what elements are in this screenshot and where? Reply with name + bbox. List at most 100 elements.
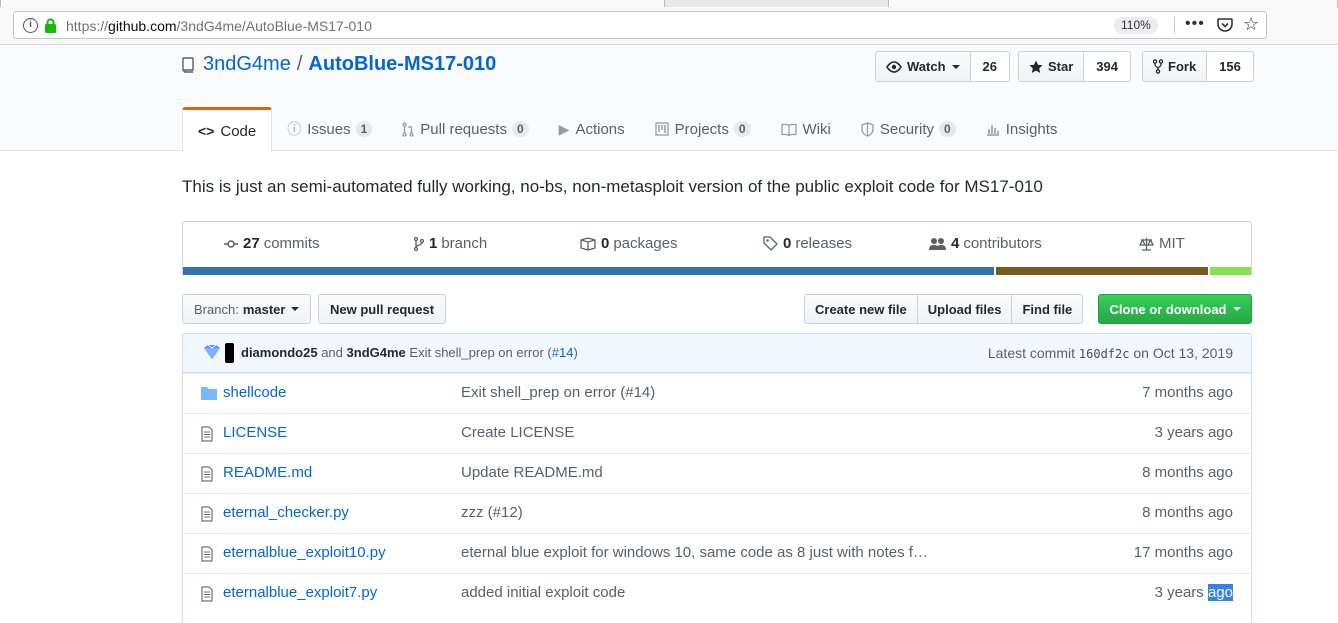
file-commit-message-link[interactable]: Update README.md [461,464,603,481]
contributors-link[interactable]: 4 contributors [929,235,1042,252]
file-age: 8 months ago [1142,464,1233,481]
repo-header: 3ndG4me / AutoBlue-MS17-010 Watch 26 Sta… [0,45,1338,152]
language-segment[interactable] [183,267,994,275]
avatar[interactable] [203,345,221,359]
browser-tab[interactable] [0,0,665,7]
upload-files-button[interactable]: Upload files [916,294,1013,324]
bookmark-star-icon[interactable]: ☆ [1243,15,1259,33]
language-segment[interactable] [993,267,1209,275]
tab-label: Actions [575,120,625,138]
table-row: shellcode Exit shell_prep on error (#14)… [183,373,1251,413]
fork-count[interactable]: 156 [1207,51,1254,82]
book-icon [780,123,797,136]
file-commit-message-link[interactable]: eternal blue exploit for windows 10, sam… [461,544,928,561]
url-bar[interactable]: i https://github.com/3ndG4me/AutoBlue-MS… [13,11,1267,39]
pull-requests-counter: 0 [511,121,529,137]
commit-title-end: ) [573,345,578,360]
commit-pr-link[interactable]: #14 [552,345,574,360]
branch-select[interactable]: Branch: master [182,294,312,324]
file-name-link[interactable]: eternal_checker.py [223,504,349,521]
people-icon [929,238,946,250]
browser-tab[interactable] [888,0,1338,7]
pocket-icon[interactable] [1217,17,1233,33]
clone-or-download-button[interactable]: Clone or download [1098,294,1252,324]
file-actions: Create new file Upload files Find file [804,294,1084,324]
avatar[interactable] [225,343,234,363]
file-name-link[interactable]: eternalblue_exploit7.py [223,584,377,601]
packages-count: 0 [601,235,610,252]
issue-icon: ⓘ [287,121,302,137]
commit-title-link[interactable]: Exit shell_prep on error ( [409,345,551,360]
commit-author-link[interactable]: diamondo25 [241,345,318,360]
tab-label: Issues [307,120,351,138]
table-row: LICENSE Create LICENSE 3 years ago [183,413,1251,453]
more-actions-icon[interactable]: ••• [1185,15,1205,33]
new-pull-request-button[interactable]: New pull request [318,294,447,324]
releases-count: 0 [783,235,792,252]
issues-counter: 1 [355,121,373,137]
file-icon [201,586,213,602]
file-commit-message-link[interactable]: added initial exploit code [461,584,625,601]
info-icon[interactable]: i [23,18,38,33]
tab-issues[interactable]: ⓘ Issues 1 [272,107,387,151]
commit-coauthor-link[interactable]: 3ndG4me [347,345,406,360]
language-segment[interactable] [1208,267,1251,275]
file-age: 17 months ago [1133,544,1233,561]
zoom-indicator[interactable]: 110% [1114,17,1158,34]
watch-button[interactable]: Watch [875,51,971,82]
branch-icon [414,236,424,251]
watch-count[interactable]: 26 [970,51,1010,82]
create-new-file-button[interactable]: Create new file [804,294,918,324]
packages-link[interactable]: 0 packages [580,235,678,252]
file-name-link[interactable]: shellcode [223,384,286,401]
file-icon [201,546,213,562]
browser-toolbar: i https://github.com/3ndG4me/AutoBlue-MS… [0,7,1338,45]
license-label: MIT [1159,235,1185,252]
tab-wiki[interactable]: Wiki [766,107,846,151]
tab-security[interactable]: Security 0 [846,107,971,151]
fork-icon [1153,59,1163,74]
tab-code[interactable]: <> Code [182,107,273,152]
commit-message: diamondo25 and 3ndG4me Exit shell_prep o… [241,345,578,360]
commits-link[interactable]: 27 commits [224,235,320,252]
commits-label: commits [263,235,320,252]
tab-label: Code [220,122,257,140]
file-commit-message-link[interactable]: zzz (#12) [461,504,523,521]
branch-count: 1 [429,235,438,252]
tab-projects[interactable]: Projects 0 [640,107,766,151]
file-commit-message-link[interactable]: Exit shell_prep on error (#14) [461,384,655,401]
releases-label: releases [795,235,853,252]
tab-insights[interactable]: Insights [971,107,1073,151]
file-name-link[interactable]: eternalblue_exploit10.py [223,544,386,561]
tab-label: Pull requests [420,120,507,138]
star-count[interactable]: 394 [1084,51,1131,82]
language-bar[interactable] [183,267,1251,275]
contributors-count: 4 [951,235,960,252]
file-name-link[interactable]: LICENSE [223,424,287,441]
find-file-button[interactable]: Find file [1011,294,1084,324]
star-button[interactable]: Star [1018,51,1085,82]
file-name-link[interactable]: README.md [223,464,312,481]
tab-pull-requests[interactable]: Pull requests 0 [387,107,543,151]
branches-link[interactable]: 1 branch [414,235,487,252]
repo-name-link[interactable]: AutoBlue-MS17-010 [308,53,496,76]
file-commit-message-link[interactable]: Create LICENSE [461,424,574,441]
play-icon: ▶ [558,120,570,137]
pull-request-icon [402,121,414,137]
file-age: 3 years ago [1154,424,1233,441]
lock-icon[interactable] [44,18,57,33]
table-row: eternalblue_exploit10.py eternal blue ex… [183,533,1251,573]
packages-label: packages [613,235,678,252]
license-link[interactable]: MIT [1139,235,1185,252]
repo-owner-link[interactable]: 3ndG4me [203,53,291,76]
commit-sha-link[interactable]: 160df2c [1079,347,1130,361]
fork-group: Fork 156 [1142,51,1254,82]
fork-label: Fork [1168,59,1197,74]
file-icon [201,426,213,442]
tab-actions[interactable]: ▶ Actions [544,107,640,151]
security-counter: 0 [939,121,956,137]
releases-link[interactable]: 0 releases [763,235,852,252]
url-text[interactable]: https://github.com/3ndG4me/AutoBlue-MS17… [66,18,372,34]
fork-button[interactable]: Fork [1142,51,1208,82]
law-icon [1139,237,1154,251]
